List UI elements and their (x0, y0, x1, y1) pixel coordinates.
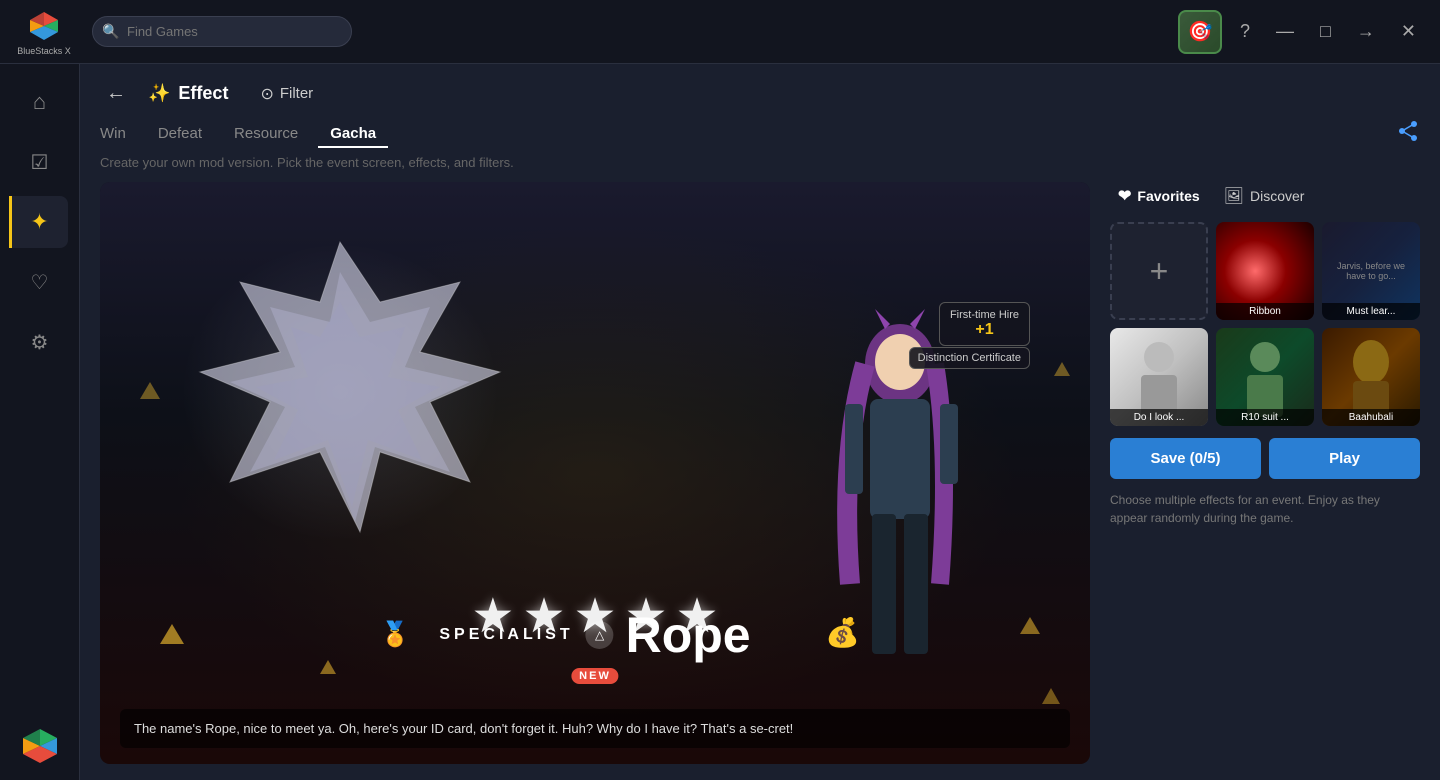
top-bar-right: 🎯 ? — □ → ✕ (1178, 10, 1424, 54)
content-area: ← ✨ Effect ⊙ Filter Win Defeat Resource … (80, 64, 1440, 780)
decoration-tri-3 (1020, 617, 1040, 634)
tab-defeat[interactable]: Defeat (146, 121, 214, 148)
preview-panel: ★ ★ ★ ★ ★ SPECIALIST △ Rope (100, 182, 1090, 764)
thumbnail-ribbon[interactable]: Ribbon (1216, 222, 1314, 320)
content-row: ★ ★ ★ ★ ★ SPECIALIST △ Rope (100, 182, 1420, 764)
tab-resource[interactable]: Resource (222, 121, 310, 148)
decoration-tri-5 (1054, 362, 1070, 376)
maximize-button[interactable]: □ (1312, 17, 1339, 46)
monster-shape (160, 222, 520, 562)
save-button[interactable]: Save (0/5) (1110, 438, 1261, 479)
play-button[interactable]: Play (1269, 438, 1420, 479)
search-bar[interactable]: 🔍 (92, 16, 352, 47)
panel-tabs: ❤ Favorites 🖼 Discover (1110, 182, 1420, 210)
search-input[interactable] (92, 16, 352, 47)
panel-note: Choose multiple effects for an event. En… (1110, 491, 1420, 527)
favorites-icon: ♡ (31, 270, 49, 295)
thumbnail-add[interactable]: + (1110, 222, 1208, 320)
share-button[interactable] (1396, 119, 1420, 149)
thumbnail-r10suit[interactable]: R10 suit ... (1216, 328, 1314, 426)
char-name: Rope (626, 610, 751, 660)
ribbon-label: Ribbon (1216, 303, 1314, 320)
mods-icon: ✦ (30, 209, 48, 235)
app-logo: BlueStacks X (16, 4, 72, 60)
preview-inner: ★ ★ ★ ★ ★ SPECIALIST △ Rope (100, 182, 1090, 764)
mustlear-label: Must lear... (1322, 303, 1420, 320)
help-button[interactable]: ? (1232, 17, 1258, 46)
bluestacks-bottom-logo (18, 724, 62, 768)
thumbnail-baahu[interactable]: Baahubali (1322, 328, 1420, 426)
current-game-icon[interactable]: 🎯 (1178, 10, 1222, 54)
sidebar-item-mods[interactable]: ✦ (9, 196, 68, 248)
medal-icon: 🏅 (380, 620, 410, 649)
page-nav: ← ✨ Effect ⊙ Filter (100, 80, 1420, 107)
close-button[interactable]: ✕ (1393, 17, 1424, 46)
sidebar-item-store[interactable]: ☑ (12, 136, 68, 188)
panel-tab-discover[interactable]: 🖼 Discover (1216, 182, 1313, 210)
main-layout: ⌂ ☑ ✦ ♡ ⚙ (0, 64, 1440, 780)
sidebar: ⌂ ☑ ✦ ♡ ⚙ (0, 64, 80, 780)
hire-badge-value: +1 (950, 321, 1019, 339)
settings-icon: ⚙ (31, 330, 49, 355)
subtitle-text-overlay: The name's Rope, nice to meet ya. Oh, he… (120, 709, 1070, 749)
tab-gacha[interactable]: Gacha (318, 121, 388, 148)
specialist-label: SPECIALIST (439, 626, 573, 644)
effect-icon: ✨ (148, 83, 170, 104)
thumbnail-dolook[interactable]: Do I look ... (1110, 328, 1208, 426)
tabs-row: Win Defeat Resource Gacha (100, 119, 1420, 149)
hire-badge: First-time Hire +1 (939, 302, 1030, 346)
subtitle-dialogue: The name's Rope, nice to meet ya. Oh, he… (134, 721, 793, 736)
cert-label: Distinction Certificate (918, 352, 1021, 364)
specialist-icon: △ (586, 621, 614, 649)
decoration-tri-1 (160, 624, 184, 644)
heart-icon: ❤ (1118, 186, 1131, 206)
search-icon: 🔍 (102, 23, 119, 40)
back-button[interactable]: ← (100, 80, 132, 107)
action-buttons: Save (0/5) Play (1110, 438, 1420, 479)
minimize-button[interactable]: — (1268, 17, 1302, 46)
page-subtitle: Create your own mod version. Pick the ev… (100, 155, 1420, 170)
decoration-tri-6 (1042, 688, 1060, 704)
decoration-tri-2 (320, 660, 336, 674)
add-icon: + (1150, 253, 1169, 290)
gold-icon: 💰 (825, 616, 860, 649)
app-name-label: BlueStacks X (17, 46, 71, 56)
cert-badge: Distinction Certificate (909, 347, 1030, 369)
forward-button[interactable]: → (1349, 17, 1383, 46)
top-bar: BlueStacks X 🔍 🎯 ? — □ → ✕ (0, 0, 1440, 64)
baahu-label: Baahubali (1322, 409, 1420, 426)
character-name-display: SPECIALIST △ Rope NEW (439, 610, 750, 684)
right-panel: ❤ Favorites 🖼 Discover + (1110, 182, 1420, 764)
r10-label: R10 suit ... (1216, 409, 1314, 426)
sidebar-item-favorites[interactable]: ♡ (12, 256, 68, 308)
sidebar-item-settings[interactable]: ⚙ (12, 316, 68, 368)
home-icon: ⌂ (33, 89, 46, 115)
decoration-tri-4 (140, 382, 160, 399)
hire-badge-title: First-time Hire (950, 309, 1019, 321)
sidebar-bottom (18, 724, 62, 768)
thumbnail-mustlear[interactable]: Jarvis, before we have to go... Must lea… (1322, 222, 1420, 320)
new-badge: NEW (571, 668, 619, 684)
page-title-section: ✨ Effect (148, 83, 228, 104)
filter-button[interactable]: ⊙ Filter (260, 84, 313, 104)
panel-tab-favorites[interactable]: ❤ Favorites (1110, 182, 1208, 210)
sidebar-item-home[interactable]: ⌂ (12, 76, 68, 128)
dolook-label: Do I look ... (1110, 409, 1208, 426)
tab-win[interactable]: Win (100, 121, 138, 148)
page-heading: Effect (178, 83, 228, 104)
thumbnails-grid: + Ribbon Jarvis, before we have to go...… (1110, 222, 1420, 426)
discover-icon: 🖼 (1224, 186, 1244, 206)
filter-icon: ⊙ (260, 84, 273, 104)
store-icon: ☑ (31, 150, 49, 175)
